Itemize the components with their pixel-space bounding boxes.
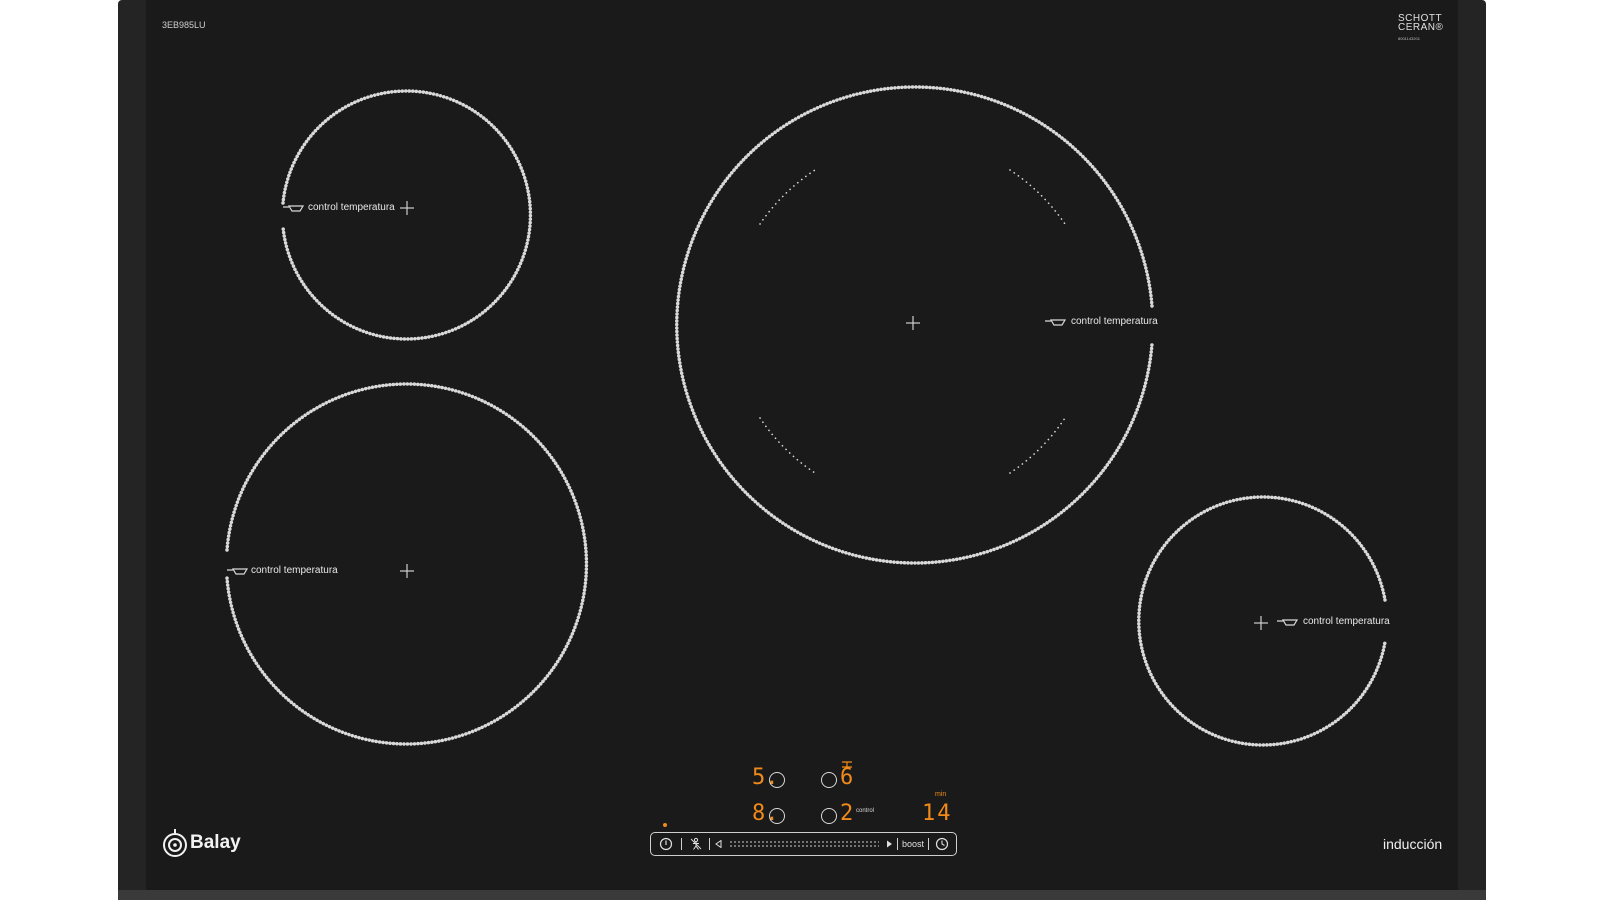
zone-select-front-left-button[interactable]	[769, 808, 785, 824]
boost-button[interactable]: boost	[899, 833, 927, 855]
zone-center-mark-front-left	[400, 564, 414, 578]
pan-icon	[1277, 619, 1299, 626]
power-icon	[659, 837, 673, 851]
child-lock-button[interactable]	[685, 833, 707, 855]
power-level-slider[interactable]	[729, 840, 879, 848]
zone-center-mark-rear-left	[400, 201, 414, 215]
display-front-right-level: 2	[840, 801, 854, 826]
zone-label-center: control temperatura	[1071, 316, 1158, 327]
zone-select-rear-left-button[interactable]	[769, 772, 785, 788]
model-code: 3EB985LU	[162, 20, 206, 30]
slider-increase-button[interactable]	[883, 833, 895, 855]
display-center-level: 6	[840, 765, 854, 790]
panel-divider	[928, 838, 929, 850]
panel-divider	[709, 838, 710, 850]
panel-divider	[897, 838, 898, 850]
touch-control-panel: boost	[650, 832, 957, 856]
technology-label: inducción	[1383, 836, 1443, 852]
cooking-zone-rear-left[interactable]	[281, 89, 533, 341]
zone-select-center-button[interactable]	[821, 772, 837, 788]
slider-decrease-button[interactable]	[713, 833, 725, 855]
zone-select-front-right-button[interactable]	[821, 808, 837, 824]
timer-unit: min	[935, 791, 947, 798]
brand-logo-text: Balay	[190, 832, 241, 853]
timer-button[interactable]	[931, 833, 953, 855]
pan-icon	[1045, 319, 1067, 326]
zone-label-rear-left: control temperatura	[308, 202, 395, 213]
glass-serial: 8001143201	[1398, 36, 1420, 41]
triangle-right-icon	[887, 840, 892, 848]
pan-icon	[227, 568, 249, 575]
clock-icon	[935, 837, 949, 851]
zone-center-mark-center	[906, 316, 920, 330]
glass-brand-logo: SCHOTT CERAN®	[1398, 14, 1444, 33]
power-indicator-light	[663, 823, 667, 827]
zone-label-front-right: control temperatura	[1303, 616, 1390, 627]
timer-display: 14	[922, 801, 953, 826]
child-lock-icon	[690, 837, 702, 850]
balay-logo-icon	[163, 829, 187, 857]
zone-center-mark-front-right	[1254, 616, 1268, 630]
panel-divider	[681, 838, 682, 850]
zone-label-front-left: control temperatura	[251, 565, 338, 576]
power-button[interactable]	[655, 833, 677, 855]
control-tag: control	[856, 808, 875, 814]
pan-icon	[283, 205, 305, 212]
triangle-left-icon	[715, 839, 722, 849]
cooking-zones-graphic	[163, 85, 1387, 857]
glass-brand-line2: CERAN®	[1398, 22, 1444, 33]
